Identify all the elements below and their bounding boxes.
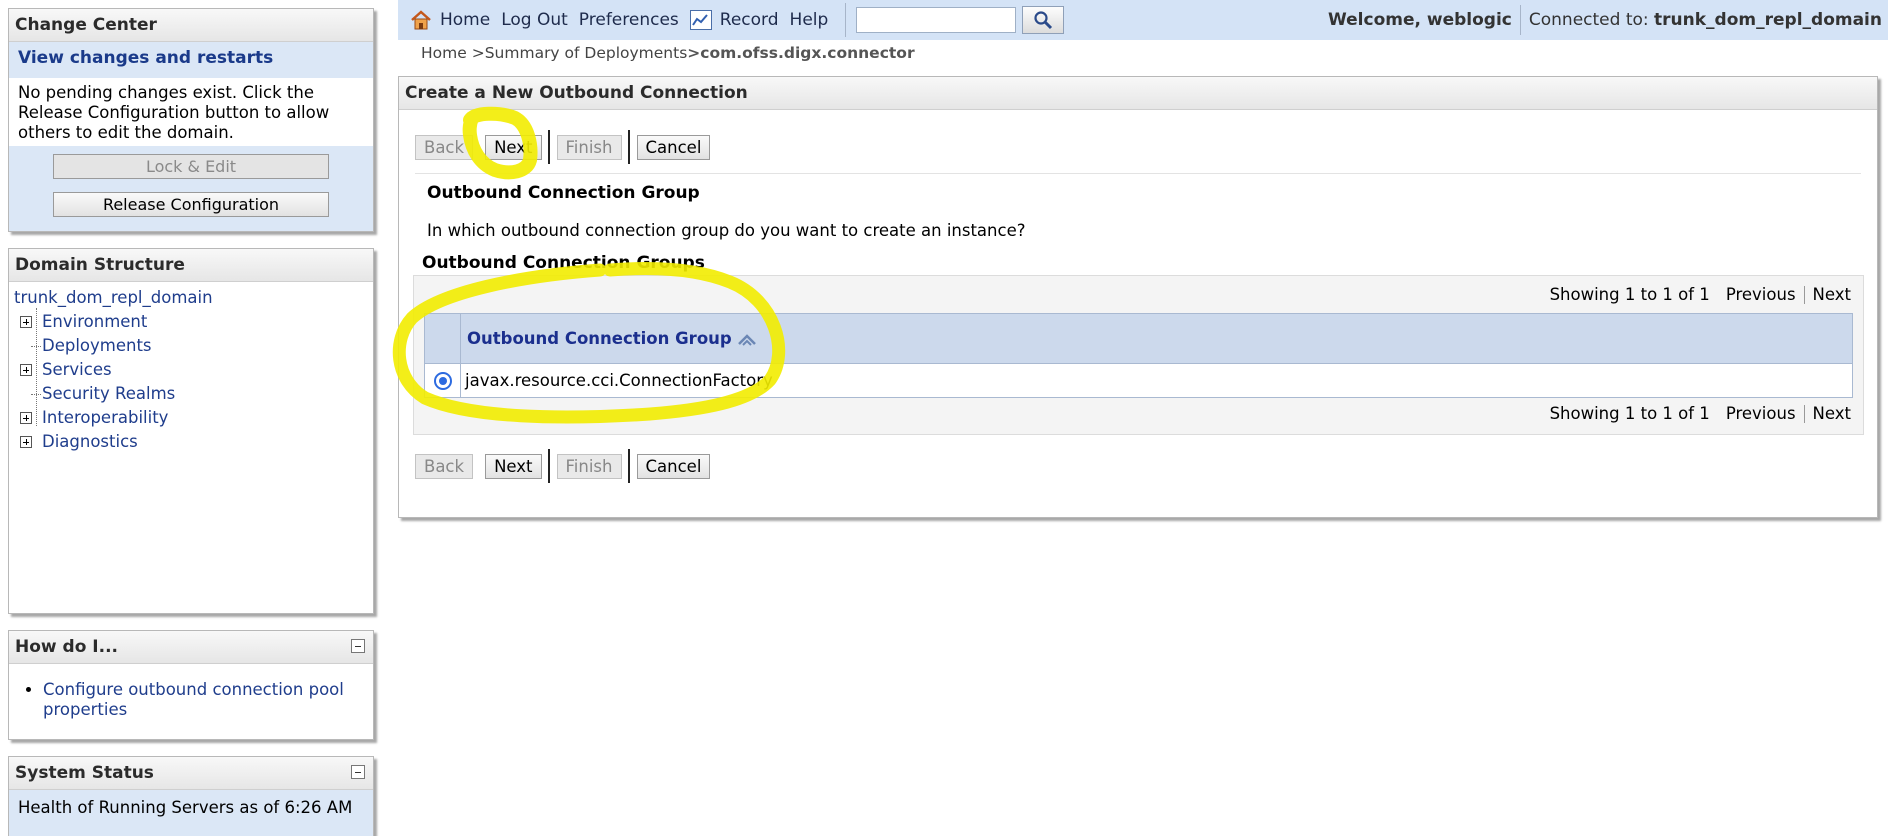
row-radio-button[interactable] <box>433 371 452 390</box>
question-text: In which outbound connection group do yo… <box>427 221 1026 240</box>
table-row[interactable]: javax.resource.cci.ConnectionFactory <box>424 363 1853 398</box>
divider <box>547 130 550 164</box>
pager-showing: Showing 1 to 1 of 1 <box>1549 285 1710 304</box>
connection-groups-table: Outbound Connection Group javax.resource… <box>424 313 1853 398</box>
system-status-title: System Status <box>15 763 154 783</box>
page-title: Create a New Outbound Connection <box>399 77 1877 110</box>
pager-next[interactable]: Next <box>1813 404 1851 423</box>
row-select-cell[interactable] <box>424 363 461 398</box>
tree-item-deployments[interactable]: Deployments <box>14 334 368 358</box>
pager-next[interactable]: Next <box>1813 285 1851 304</box>
finish-button[interactable]: Finish <box>556 134 622 160</box>
preferences-link[interactable]: Preferences <box>579 10 679 30</box>
tree-dots <box>31 346 41 347</box>
welcome-prefix: Welcome, <box>1328 10 1427 30</box>
row-group-name: javax.resource.cci.ConnectionFactory <box>460 363 1853 398</box>
section-title: Outbound Connection Group <box>427 183 700 203</box>
search-input[interactable] <box>856 7 1017 33</box>
cancel-button[interactable]: Cancel <box>636 134 711 160</box>
divider <box>627 130 630 164</box>
top-button-bar: Back Next Finish Cancel <box>415 130 722 164</box>
record-link[interactable]: Record <box>720 10 779 30</box>
breadcrumb: Home >Summary of Deployments>com.ofss.di… <box>421 44 915 62</box>
tree-item-interoperability[interactable]: Interoperability <box>14 406 368 430</box>
pager-showing: Showing 1 to 1 of 1 <box>1549 404 1710 423</box>
domain-structure-panel: Domain Structure trunk_dom_repl_domain E… <box>8 248 374 614</box>
expand-icon[interactable] <box>20 364 32 376</box>
expand-icon[interactable] <box>20 436 32 448</box>
pager-bottom: Showing 1 to 1 of 1 Previous Next <box>1550 404 1851 423</box>
back-button[interactable]: Back <box>415 134 474 160</box>
expand-icon[interactable] <box>20 412 32 424</box>
pager-previous[interactable]: Previous <box>1726 404 1796 423</box>
breadcrumb-home[interactable]: Home <box>421 44 467 62</box>
divider <box>415 173 1861 174</box>
change-center-title: Change Center <box>9 9 373 42</box>
tree-item-label[interactable]: Environment <box>42 312 147 331</box>
column-header[interactable]: Outbound Connection Group <box>460 313 1853 364</box>
tree-item-security-realms[interactable]: Security Realms <box>14 382 368 406</box>
connected-domain: trunk_dom_repl_domain <box>1654 10 1882 30</box>
tree-item-label[interactable]: Diagnostics <box>42 432 138 451</box>
connection-groups-table-container: Showing 1 to 1 of 1 Previous Next Outbou… <box>413 275 1864 435</box>
record-icon[interactable] <box>689 10 712 30</box>
change-center-message: No pending changes exist. Click the Rele… <box>18 83 330 142</box>
help-link[interactable]: Help <box>790 10 829 30</box>
breadcrumb-summary[interactable]: >Summary of Deployments <box>472 44 688 62</box>
tree-item-label[interactable]: Interoperability <box>42 408 168 427</box>
tree-item-label[interactable]: Deployments <box>42 336 152 355</box>
cancel-button[interactable]: Cancel <box>636 453 711 479</box>
home-icon[interactable] <box>410 9 432 31</box>
connected-prefix: Connected to: <box>1528 10 1655 30</box>
tree-item-label[interactable]: Services <box>42 360 112 379</box>
release-configuration-button[interactable]: Release Configuration <box>53 192 329 217</box>
domain-structure-title: Domain Structure <box>9 249 373 282</box>
system-status-text: Health of Running Servers as of 6:26 AM <box>9 790 373 836</box>
how-do-i-panel: How do I... Configure outbound connectio… <box>8 630 374 740</box>
tree-dots <box>31 394 41 395</box>
breadcrumb-current: >com.ofss.digx.connector <box>687 44 915 62</box>
expand-icon[interactable] <box>20 316 32 328</box>
bottom-button-bar: Back Next Finish Cancel <box>415 449 722 483</box>
welcome-area: Welcome, weblogic Connected to: trunk_do… <box>1328 0 1888 40</box>
configure-pool-link[interactable]: Configure outbound connection pool prope… <box>43 680 344 719</box>
pager-top: Showing 1 to 1 of 1 Previous Next <box>1550 285 1851 304</box>
domain-root-link[interactable]: trunk_dom_repl_domain <box>14 286 368 310</box>
system-status-panel: System Status Health of Running Servers … <box>8 756 374 836</box>
finish-button[interactable]: Finish <box>556 453 622 479</box>
divider <box>547 449 550 483</box>
table-title: Outbound Connection Groups <box>422 253 705 273</box>
divider <box>845 3 847 37</box>
back-button[interactable]: Back <box>415 453 474 479</box>
domain-tree: trunk_dom_repl_domain Environment Deploy… <box>9 282 373 458</box>
tree-item-services[interactable]: Services <box>14 358 368 382</box>
logout-link[interactable]: Log Out <box>501 10 568 30</box>
divider <box>1519 5 1521 35</box>
collapse-icon[interactable] <box>351 765 365 779</box>
next-button[interactable]: Next <box>485 134 542 160</box>
sort-icon <box>738 333 757 346</box>
lock-edit-button[interactable]: Lock & Edit <box>53 154 329 179</box>
main-content-panel: Create a New Outbound Connection Back Ne… <box>398 76 1878 518</box>
how-do-i-title: How do I... <box>15 637 118 657</box>
column-header-label[interactable]: Outbound Connection Group <box>467 329 732 348</box>
search-icon <box>1034 11 1053 30</box>
select-column-header <box>424 313 461 364</box>
pager-previous[interactable]: Previous <box>1726 285 1796 304</box>
divider <box>627 449 630 483</box>
view-changes-link[interactable]: View changes and restarts <box>18 48 273 68</box>
collapse-icon[interactable] <box>351 639 365 653</box>
tree-item-diagnostics[interactable]: Diagnostics <box>14 430 368 454</box>
username: weblogic <box>1426 10 1512 30</box>
search-button[interactable] <box>1022 6 1065 34</box>
top-navigation-bar: Home Log Out Preferences Record Help Wel… <box>398 0 1888 40</box>
tree-item-label[interactable]: Security Realms <box>42 384 175 403</box>
home-link[interactable]: Home <box>440 10 490 30</box>
change-center-panel: Change Center View changes and restarts … <box>8 8 374 232</box>
tree-item-environment[interactable]: Environment <box>14 310 368 334</box>
next-button[interactable]: Next <box>485 453 542 479</box>
